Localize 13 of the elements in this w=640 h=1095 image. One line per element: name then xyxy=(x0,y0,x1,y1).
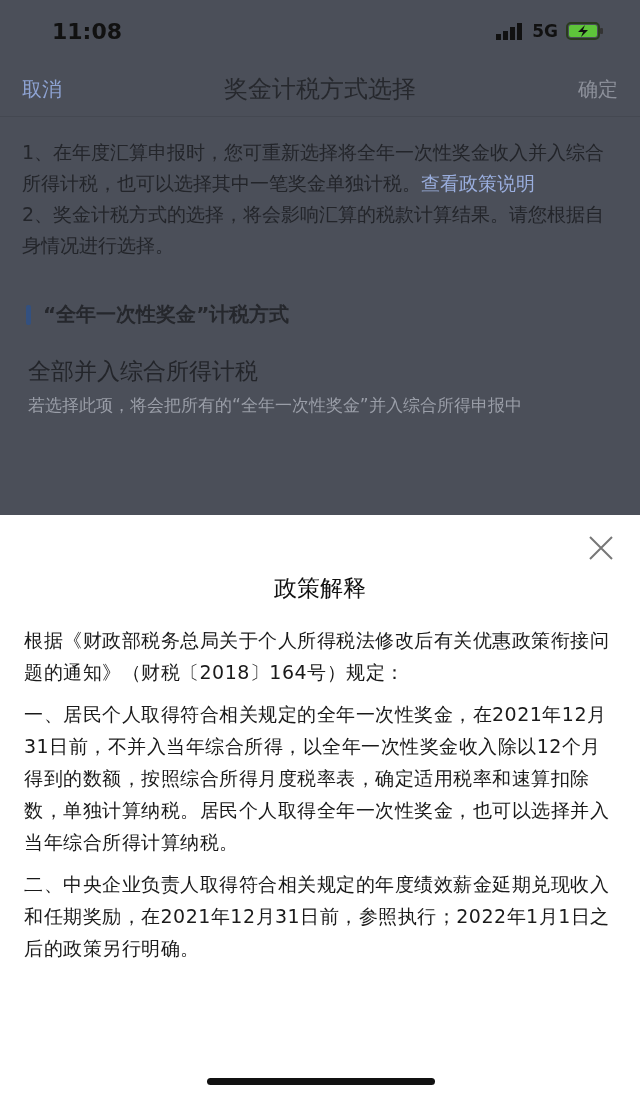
policy-paragraph: 二、中央企业负责人取得符合相关规定的年度绩效薪金延期兑现收入和任期奖励，在2021年12月31日前，参照执行；2022年1月1日之后的政策另行明确。 xyxy=(24,872,611,961)
battery-charging-icon xyxy=(566,22,604,40)
policy-link[interactable]: 查看政策说明 xyxy=(421,172,535,194)
close-icon[interactable] xyxy=(588,535,614,561)
policy-paragraph: 一、居民个人取得符合相关规定的全年一次性奖金，在2021年12月31日前，不并入当年综合所得，以全年一次性奖金收入除以12个月得到的数额，按照综合所得月度税率表，确定适用税率和速算扣除数，单独计算纳税。居民个人取得全年一次性奖金，也可以选择并入当年综合所得计算纳税。 xyxy=(24,702,610,855)
network-label: 5G xyxy=(532,21,558,41)
cancel-button[interactable]: 取消 xyxy=(22,75,62,103)
sheet-title: 政策解释 xyxy=(273,574,367,603)
option-description: 若选择此项，将会把所有的“全年一次性奖金”并入综合所得申报中 xyxy=(28,394,523,417)
signal-icon xyxy=(496,22,525,40)
section-marker xyxy=(26,304,31,325)
policy-paragraph: 根据《财政部税务总局关于个人所得税法修改后有关优惠政策衔接问题的通知》（财税〔2018〕164号）规定： xyxy=(24,628,610,685)
status-time: 11:08 xyxy=(52,18,123,44)
